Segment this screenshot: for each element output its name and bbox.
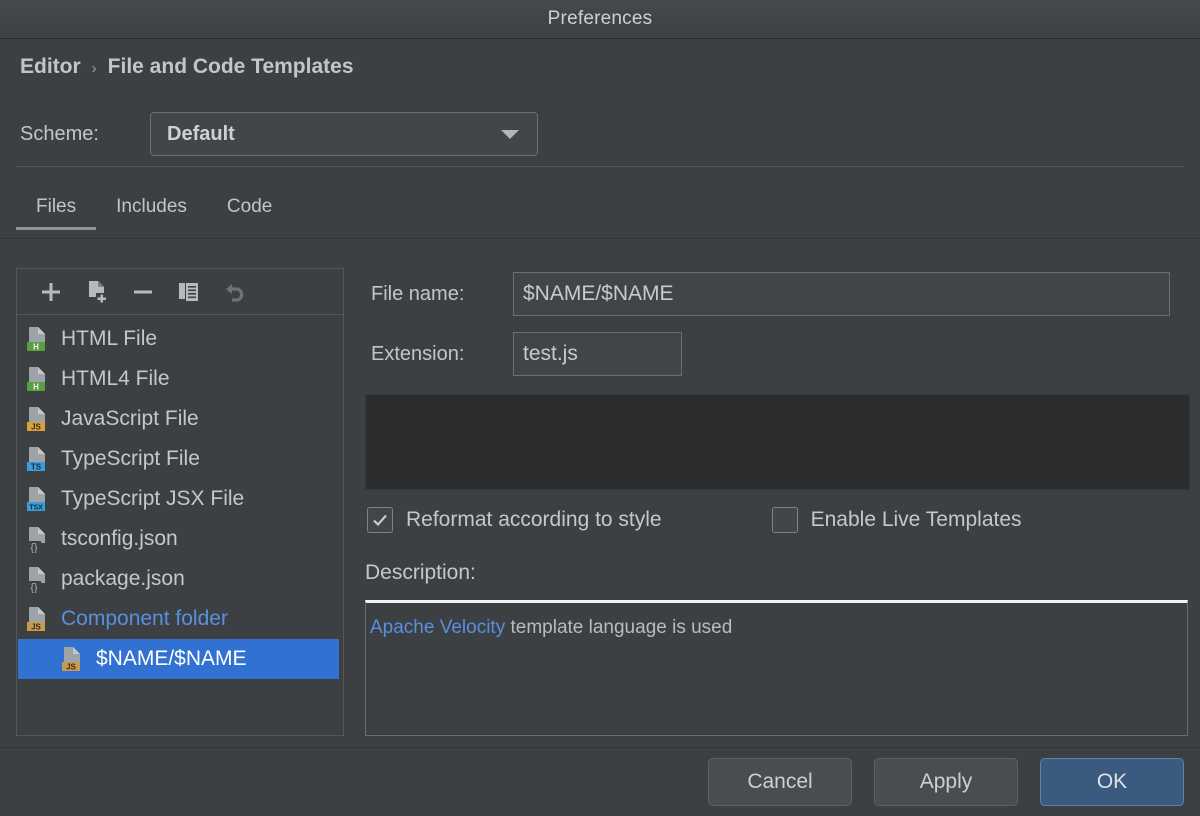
create-child-template-button[interactable]: [77, 275, 117, 309]
preferences-dialog: Preferences Editor › File and Code Templ…: [0, 0, 1200, 816]
list-item[interactable]: JS Component folder: [17, 599, 343, 639]
extension-row: Extension: test.js: [371, 332, 682, 376]
extension-label: Extension:: [371, 343, 513, 366]
list-item-label: JavaScript File: [61, 407, 199, 431]
cancel-button[interactable]: Cancel: [708, 758, 852, 806]
reset-template-button: [215, 275, 255, 309]
list-item-label: $NAME/$NAME: [96, 647, 247, 671]
tab-label: Code: [227, 196, 272, 217]
tab-includes[interactable]: Includes: [96, 196, 207, 230]
scheme-row: Scheme: Default: [20, 112, 538, 156]
tab-label: Files: [36, 196, 76, 217]
button-label: Cancel: [747, 770, 812, 794]
chevron-down-icon: [501, 130, 519, 139]
file-type-icon: TS: [25, 445, 51, 473]
scheme-dropdown[interactable]: Default: [150, 112, 538, 156]
template-list-panel: H HTML File H HTML4 File JS JavaScript File TS…: [16, 268, 344, 736]
list-item-label: package.json: [61, 567, 185, 591]
title-bar: Preferences: [0, 0, 1200, 39]
file-name-row: File name: $NAME/$NAME: [371, 272, 1170, 316]
file-type-icon: H: [25, 325, 51, 353]
checkbox-label: Reformat according to style: [406, 508, 662, 532]
apache-velocity-link[interactable]: Apache Velocity: [370, 617, 505, 638]
options-row: Reformat according to style Enable Live T…: [367, 507, 1190, 533]
list-item[interactable]: H HTML File: [17, 319, 343, 359]
file-type-icon: H: [25, 365, 51, 393]
list-item[interactable]: {} package.json: [17, 559, 343, 599]
apply-button[interactable]: Apply: [874, 758, 1018, 806]
extension-input[interactable]: test.js: [513, 332, 682, 376]
svg-text:TS: TS: [31, 462, 42, 471]
list-item[interactable]: TSX TypeScript JSX File: [17, 479, 343, 519]
file-type-icon: JS: [25, 405, 51, 433]
section-divider: [16, 166, 1184, 167]
copy-template-button[interactable]: [169, 275, 209, 309]
undo-icon: [223, 281, 247, 303]
list-item[interactable]: JS JavaScript File: [17, 399, 343, 439]
tab-code[interactable]: Code: [207, 196, 292, 230]
live-templates-checkbox[interactable]: Enable Live Templates: [772, 507, 1022, 533]
description-label: Description:: [365, 561, 476, 585]
template-editor[interactable]: [365, 394, 1190, 490]
list-item-label: HTML File: [61, 327, 157, 351]
list-item[interactable]: {} tsconfig.json: [17, 519, 343, 559]
template-list[interactable]: H HTML File H HTML4 File JS JavaScript File TS…: [17, 315, 343, 679]
file-type-icon: JS: [60, 645, 86, 673]
scheme-value: Default: [167, 123, 501, 146]
svg-text:JS: JS: [31, 422, 41, 431]
svg-text:H: H: [33, 382, 39, 391]
svg-text:JS: JS: [66, 662, 76, 671]
tab-bar: Files Includes Code: [16, 196, 292, 230]
file-type-icon: {}: [25, 565, 51, 593]
remove-template-button[interactable]: [123, 275, 163, 309]
checkbox-unchecked-icon[interactable]: [772, 507, 798, 533]
chevron-right-icon: ›: [92, 60, 97, 77]
ok-button[interactable]: OK: [1040, 758, 1184, 806]
list-item[interactable]: JS $NAME/$NAME: [18, 639, 339, 679]
button-label: OK: [1097, 770, 1127, 794]
breadcrumb: Editor › File and Code Templates: [20, 55, 354, 79]
list-item[interactable]: TS TypeScript File: [17, 439, 343, 479]
tab-files[interactable]: Files: [16, 196, 96, 230]
file-name-input[interactable]: $NAME/$NAME: [513, 272, 1170, 316]
svg-text:TSX: TSX: [29, 504, 43, 511]
file-type-icon: TSX: [25, 485, 51, 513]
tab-underline: [0, 238, 1200, 239]
reformat-checkbox[interactable]: Reformat according to style: [367, 507, 662, 533]
file-name-label: File name:: [371, 283, 513, 306]
list-item-label: TypeScript File: [61, 447, 200, 471]
add-template-button[interactable]: [31, 275, 71, 309]
new-file-icon: [86, 280, 108, 304]
list-item-label: HTML4 File: [61, 367, 170, 391]
svg-text:{}: {}: [30, 542, 38, 553]
dialog-footer: Cancel Apply OK: [0, 748, 1200, 816]
description-text: Apache Velocity template language is use…: [370, 617, 732, 638]
svg-text:JS: JS: [31, 622, 41, 631]
tab-label: Includes: [116, 196, 187, 217]
svg-text:{}: {}: [30, 582, 38, 593]
svg-text:H: H: [33, 342, 39, 351]
window-title: Preferences: [548, 8, 653, 30]
copy-icon: [178, 281, 200, 303]
description-box[interactable]: Apache Velocity template language is use…: [365, 600, 1188, 736]
list-item-label: Component folder: [61, 607, 228, 631]
list-item[interactable]: H HTML4 File: [17, 359, 343, 399]
plus-icon: [40, 281, 62, 303]
scheme-label: Scheme:: [20, 123, 150, 146]
checkbox-checked-icon[interactable]: [367, 507, 393, 533]
file-type-icon: JS: [25, 605, 51, 633]
minus-icon: [132, 281, 154, 303]
page-title: File and Code Templates: [108, 55, 354, 79]
description-rest: template language is used: [505, 617, 732, 638]
checkbox-label: Enable Live Templates: [811, 508, 1022, 532]
list-item-label: tsconfig.json: [61, 527, 178, 551]
list-toolbar: [17, 269, 343, 315]
breadcrumb-root[interactable]: Editor: [20, 55, 81, 79]
button-label: Apply: [920, 770, 973, 794]
list-item-label: TypeScript JSX File: [61, 487, 244, 511]
file-type-icon: {}: [25, 525, 51, 553]
